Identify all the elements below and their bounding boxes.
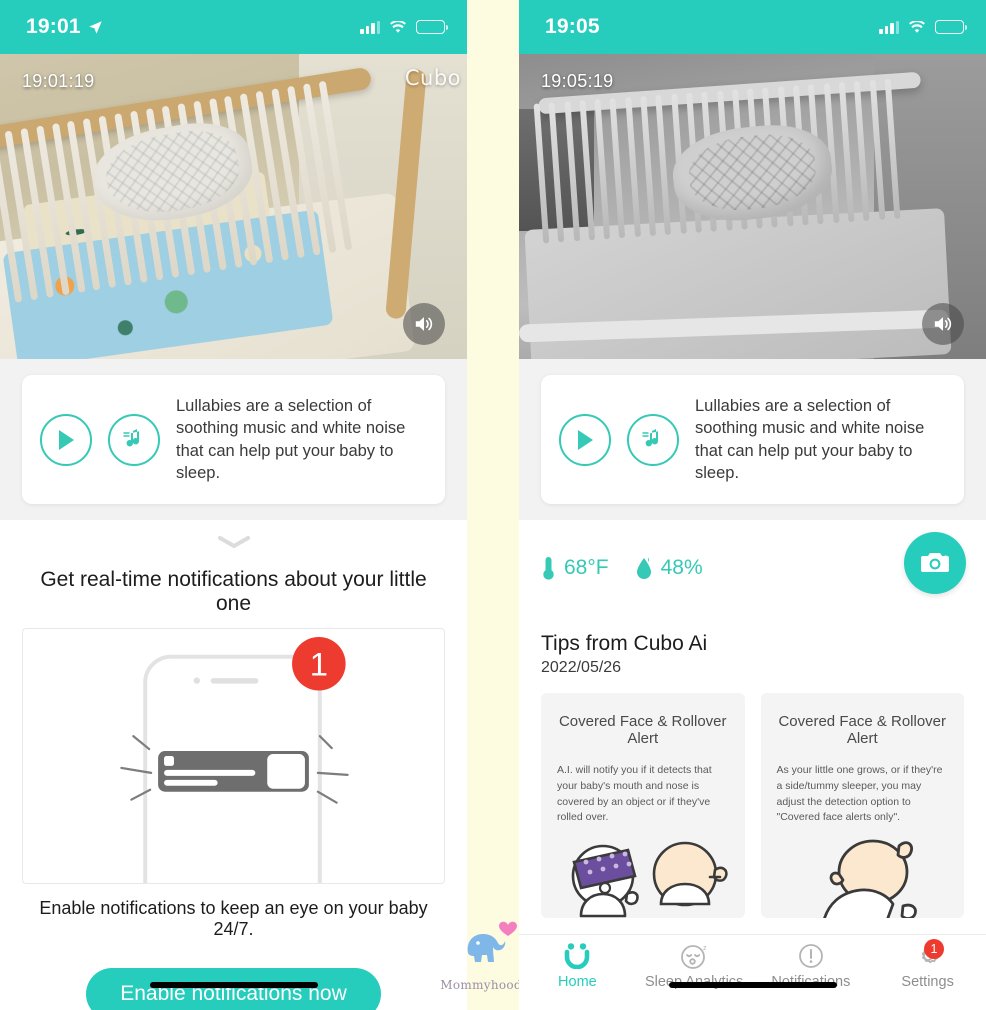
cellular-signal-icon	[879, 20, 899, 34]
notification-prompt-subtitle: Enable notifications to keep an eye on y…	[39, 898, 428, 940]
crib-daylight-scene	[0, 54, 467, 359]
cubo-smile-icon	[565, 943, 590, 969]
temperature-value: 68°F	[564, 556, 609, 580]
tab-label: Settings	[901, 974, 954, 990]
tips-card-list: Covered Face & Rollover Alert A.I. will …	[541, 677, 964, 919]
lullaby-description: Lullabies are a selection of soothing mu…	[176, 397, 406, 482]
svg-text:z: z	[703, 945, 707, 952]
speaker-on-icon[interactable]	[403, 303, 445, 345]
play-circle-icon[interactable]	[559, 413, 611, 466]
wifi-icon	[909, 20, 925, 33]
speaker-on-icon[interactable]	[922, 303, 964, 345]
tips-section: Tips from Cubo Ai 2022/05/26 Covered Fac…	[519, 606, 986, 919]
cellular-signal-icon	[360, 20, 380, 34]
wifi-icon	[390, 20, 406, 33]
sensor-readings-row: 68°F 48%	[519, 520, 986, 607]
tip-card-heading: Covered Face & Rollover Alert	[558, 713, 727, 748]
temperature-reading: 68°F	[541, 556, 609, 581]
left-phone-screen: 19:01 19:01:19 Cubo Lullabies are a sele…	[0, 0, 467, 1010]
settings-badge: 1	[924, 939, 944, 959]
exclamation-circle-icon	[798, 944, 823, 968]
status-bar-time: 19:01	[26, 15, 81, 38]
live-video-feed[interactable]: 19:05:19	[519, 54, 986, 359]
home-indicator	[668, 982, 837, 988]
lullaby-card[interactable]: Lullabies are a selection of soothing mu…	[22, 375, 445, 505]
camera-snapshot-button[interactable]	[904, 532, 966, 595]
music-note-circle-icon[interactable]	[627, 413, 679, 466]
bottom-tab-bar: Home z Sleep Analytics Notifications	[519, 934, 986, 1010]
live-video-feed[interactable]: 19:01:19 Cubo	[0, 54, 467, 359]
humidity-reading: 48%	[635, 556, 703, 581]
lullaby-section: Lullabies are a selection of soothing mu…	[0, 359, 467, 521]
notification-prompt-title: Get real-time notifications about your l…	[40, 568, 427, 616]
humidity-drop-icon	[636, 557, 651, 579]
notification-prompt: Get real-time notifications about your l…	[0, 564, 467, 1010]
collapse-row[interactable]	[0, 520, 467, 565]
video-timestamp: 19:05:19	[541, 71, 614, 91]
tip-card-body: A.I. will notify you if it detects that …	[557, 764, 712, 824]
tip-card[interactable]: Covered Face & Rollover Alert A.I. will …	[541, 693, 745, 919]
enable-notifications-button[interactable]: Enable notifications now	[86, 968, 381, 1010]
status-bar: 19:05	[519, 0, 986, 54]
tip-card[interactable]: Covered Face & Rollover Alert As your li…	[760, 693, 964, 919]
notification-badge-count: 1	[310, 646, 328, 683]
thermometer-icon	[543, 556, 554, 580]
status-bar-time: 19:05	[545, 15, 600, 38]
cubo-watermark: Cubo	[404, 66, 461, 90]
screenshot-stage: 19:01 19:01:19 Cubo Lullabies are a sele…	[0, 0, 986, 1010]
camera-icon	[921, 553, 949, 573]
tips-date: 2022/05/26	[541, 659, 622, 677]
music-note-circle-icon[interactable]	[108, 413, 160, 466]
video-timestamp: 19:01:19	[22, 71, 95, 91]
right-phone-screen: 19:05 19:05:19 Lullabies are a selection…	[519, 0, 986, 1010]
status-bar: 19:01	[0, 0, 467, 54]
tip-card-body: As your little one grows, or if they're …	[776, 764, 943, 824]
battery-low-icon	[416, 20, 448, 34]
location-arrow-icon	[88, 20, 102, 34]
tip-card-heading: Covered Face & Rollover Alert	[778, 713, 947, 748]
tab-label: Home	[558, 974, 597, 990]
lullaby-section: Lullabies are a selection of soothing mu…	[519, 359, 986, 521]
lullaby-description: Lullabies are a selection of soothing mu…	[695, 397, 925, 482]
baby-covered-face-illustration	[571, 841, 728, 918]
chevron-down-icon[interactable]	[214, 534, 254, 550]
battery-low-icon	[935, 20, 967, 34]
crib-night-vision-scene	[519, 54, 986, 359]
sleeping-face-icon: z	[681, 945, 707, 969]
tab-settings[interactable]: 1 Settings	[869, 939, 986, 990]
humidity-value: 48%	[660, 556, 703, 580]
tab-home[interactable]: Home	[519, 943, 636, 990]
home-indicator	[149, 982, 318, 988]
baby-rollover-illustration	[822, 839, 917, 919]
lullaby-card[interactable]: Lullabies are a selection of soothing mu…	[541, 375, 964, 505]
phone-push-notification-illustration: 1	[22, 628, 445, 885]
play-circle-icon[interactable]	[40, 413, 92, 466]
tips-title: Tips from Cubo Ai	[541, 632, 708, 656]
